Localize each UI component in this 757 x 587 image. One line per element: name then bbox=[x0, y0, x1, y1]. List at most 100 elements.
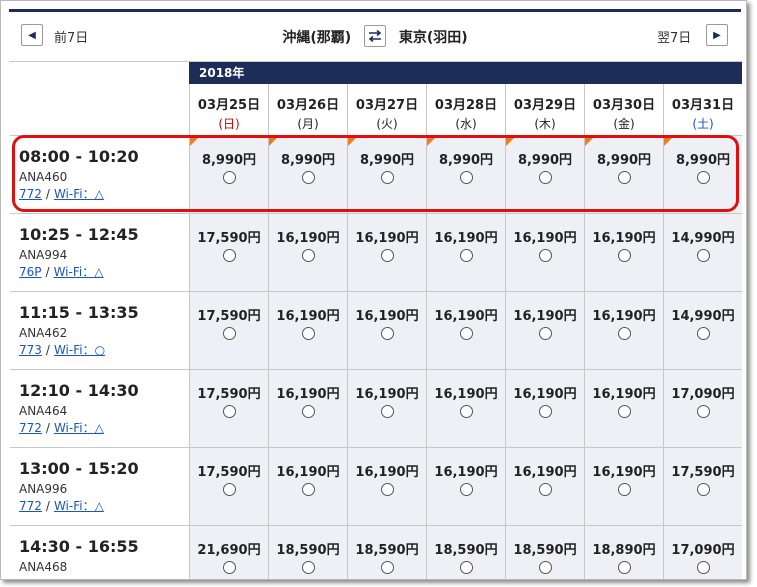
fare-cell[interactable]: 14,990円 bbox=[663, 292, 742, 369]
fare-cell[interactable]: 17,590円 bbox=[189, 214, 268, 291]
fare-radio-button[interactable] bbox=[696, 483, 710, 496]
fare-radio-button[interactable] bbox=[696, 171, 710, 184]
fare-radio-button[interactable] bbox=[301, 405, 315, 418]
fare-cell[interactable]: 18,890円 bbox=[584, 526, 663, 579]
fare-radio-button[interactable] bbox=[696, 327, 710, 340]
fare-cell[interactable]: 16,190円 bbox=[584, 448, 663, 525]
fare-radio-button[interactable] bbox=[222, 249, 236, 262]
fare-cell[interactable]: 16,190円 bbox=[505, 448, 584, 525]
flight-info: 13:00 - 15:20 ANA996 772/ Wi-Fi：△ bbox=[10, 448, 189, 525]
fare-cell[interactable]: 16,190円 bbox=[347, 292, 426, 369]
fare-radio-button[interactable] bbox=[380, 405, 394, 418]
wifi-info-link[interactable]: Wi-Fi：○ bbox=[54, 343, 105, 357]
aircraft-type-link[interactable]: 772 bbox=[19, 499, 42, 513]
fare-cell[interactable]: 16,190円 bbox=[584, 214, 663, 291]
fare-cell[interactable]: 16,190円 bbox=[347, 214, 426, 291]
fare-cell[interactable]: 18,590円 bbox=[268, 526, 347, 579]
fare-cell[interactable]: 16,190円 bbox=[347, 370, 426, 447]
next-week-label[interactable]: 翌7日 bbox=[657, 27, 691, 46]
fare-radio-button[interactable] bbox=[617, 327, 631, 340]
fare-cell[interactable]: 17,090円 bbox=[663, 370, 742, 447]
fare-radio-button[interactable] bbox=[696, 561, 710, 574]
aircraft-type-link[interactable]: 772 bbox=[19, 187, 42, 201]
fare-radio-button[interactable] bbox=[380, 171, 394, 184]
fare-radio-button[interactable] bbox=[617, 249, 631, 262]
fare-cell[interactable]: 21,690円 bbox=[189, 526, 268, 579]
wifi-info-link[interactable]: Wi-Fi：△ bbox=[54, 421, 104, 435]
fare-radio-button[interactable] bbox=[380, 327, 394, 340]
fare-cell[interactable]: 16,190円 bbox=[268, 448, 347, 525]
fare-radio-button[interactable] bbox=[459, 483, 473, 496]
fare-cell[interactable]: 16,190円 bbox=[426, 214, 505, 291]
wifi-info-link[interactable]: Wi-Fi：△ bbox=[54, 265, 104, 279]
fare-radio-button[interactable] bbox=[222, 483, 236, 496]
fare-cell[interactable]: 16,190円 bbox=[347, 448, 426, 525]
fare-radio-button[interactable] bbox=[617, 561, 631, 574]
fare-cell[interactable]: 16,190円 bbox=[505, 292, 584, 369]
fare-cell[interactable]: 8,990円 bbox=[268, 136, 347, 213]
fare-cell[interactable]: 18,590円 bbox=[505, 526, 584, 579]
fare-cell[interactable]: 17,590円 bbox=[189, 448, 268, 525]
fare-cell[interactable]: 16,190円 bbox=[268, 214, 347, 291]
fare-cell[interactable]: 16,190円 bbox=[505, 214, 584, 291]
aircraft-type-link[interactable]: 772 bbox=[19, 421, 42, 435]
fare-cell[interactable]: 16,190円 bbox=[426, 448, 505, 525]
fare-radio-button[interactable] bbox=[617, 405, 631, 418]
fare-cell[interactable]: 8,990円 bbox=[505, 136, 584, 213]
fare-radio-button[interactable] bbox=[538, 483, 552, 496]
fare-radio-button[interactable] bbox=[538, 249, 552, 262]
fare-radio-button[interactable] bbox=[459, 171, 473, 184]
fare-radio-button[interactable] bbox=[696, 405, 710, 418]
aircraft-type-link[interactable]: 773 bbox=[19, 343, 42, 357]
fare-radio-button[interactable] bbox=[222, 327, 236, 340]
fare-cell[interactable]: 14,990円 bbox=[663, 214, 742, 291]
fare-radio-button[interactable] bbox=[380, 483, 394, 496]
fare-cell[interactable]: 16,190円 bbox=[584, 292, 663, 369]
fare-cell[interactable]: 16,190円 bbox=[584, 370, 663, 447]
fare-radio-button[interactable] bbox=[538, 171, 552, 184]
fare-cell[interactable]: 17,090円 bbox=[663, 526, 742, 579]
fare-cell[interactable]: 16,190円 bbox=[505, 370, 584, 447]
fare-cell[interactable]: 18,590円 bbox=[426, 526, 505, 579]
fare-cell[interactable]: 16,190円 bbox=[426, 292, 505, 369]
fare-radio-button[interactable] bbox=[301, 483, 315, 496]
fare-radio-button[interactable] bbox=[459, 249, 473, 262]
aircraft-type-link[interactable]: 76P bbox=[19, 265, 42, 279]
fare-cell[interactable]: 18,590円 bbox=[347, 526, 426, 579]
fare-cell[interactable]: 8,990円 bbox=[189, 136, 268, 213]
flight-row: 13:00 - 15:20 ANA996 772/ Wi-Fi：△ 17,590円 16,… bbox=[10, 447, 742, 525]
fare-radio-button[interactable] bbox=[301, 327, 315, 340]
fare-cell[interactable]: 16,190円 bbox=[268, 370, 347, 447]
fare-radio-button[interactable] bbox=[459, 327, 473, 340]
fare-cell[interactable]: 17,590円 bbox=[189, 292, 268, 369]
fare-radio-button[interactable] bbox=[222, 405, 236, 418]
fare-cell[interactable]: 8,990円 bbox=[584, 136, 663, 213]
fare-radio-button[interactable] bbox=[222, 171, 236, 184]
fare-cell[interactable]: 8,990円 bbox=[426, 136, 505, 213]
swap-route-button[interactable] bbox=[364, 25, 386, 47]
fare-radio-button[interactable] bbox=[301, 171, 315, 184]
wifi-info-link[interactable]: Wi-Fi：△ bbox=[54, 499, 104, 513]
fare-cell[interactable]: 16,190円 bbox=[268, 292, 347, 369]
fare-radio-button[interactable] bbox=[538, 405, 552, 418]
fare-radio-button[interactable] bbox=[459, 561, 473, 574]
fare-radio-button[interactable] bbox=[617, 483, 631, 496]
fare-cell[interactable]: 8,990円 bbox=[347, 136, 426, 213]
fare-radio-button[interactable] bbox=[696, 249, 710, 262]
next-week-button[interactable]: ▶ bbox=[706, 24, 728, 46]
flight-row: 14:30 - 16:55 ANA468 21,690円 18,590円 18,590円… bbox=[10, 525, 742, 579]
fare-radio-button[interactable] bbox=[538, 561, 552, 574]
fare-radio-button[interactable] bbox=[617, 171, 631, 184]
wifi-info-link[interactable]: Wi-Fi：△ bbox=[54, 187, 104, 201]
fare-cell[interactable]: 17,590円 bbox=[663, 448, 742, 525]
fare-radio-button[interactable] bbox=[538, 327, 552, 340]
fare-radio-button[interactable] bbox=[301, 561, 315, 574]
fare-radio-button[interactable] bbox=[301, 249, 315, 262]
fare-radio-button[interactable] bbox=[380, 561, 394, 574]
fare-cell[interactable]: 17,590円 bbox=[189, 370, 268, 447]
fare-radio-button[interactable] bbox=[222, 561, 236, 574]
fare-radio-button[interactable] bbox=[380, 249, 394, 262]
fare-cell[interactable]: 16,190円 bbox=[426, 370, 505, 447]
fare-radio-button[interactable] bbox=[459, 405, 473, 418]
fare-cell[interactable]: 8,990円 bbox=[663, 136, 742, 213]
